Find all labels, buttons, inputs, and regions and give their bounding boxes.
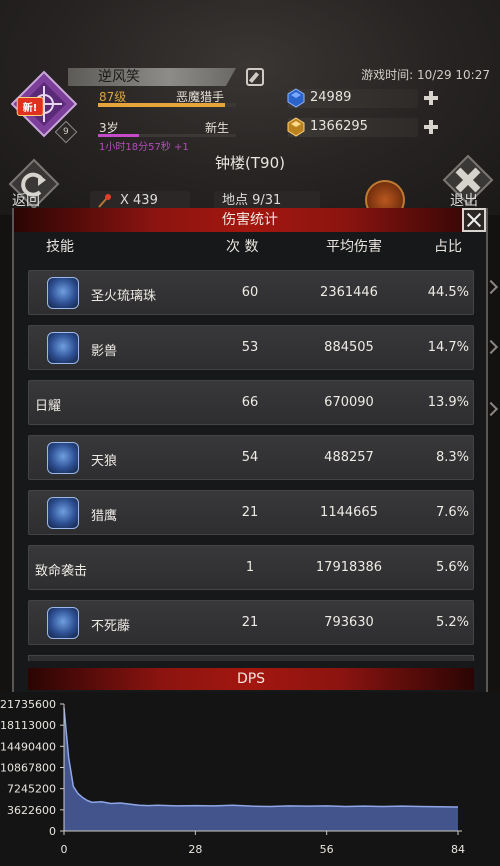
skill-count: 21 (241, 505, 259, 520)
table-row[interactable]: 不死藤 21 793630 5.2% (28, 600, 474, 645)
name-plate (68, 68, 236, 86)
skill-avg-damage: 884505 (324, 340, 374, 355)
skill-percent: 14.7% (427, 340, 469, 355)
skill-avg-damage: 793630 (324, 615, 374, 630)
skill-count: 1 (245, 560, 255, 575)
undead-vine-icon (47, 607, 79, 639)
xp-bar-fill (98, 103, 225, 107)
xp-bar (98, 103, 236, 107)
skill-name: 猎鹰 (91, 509, 118, 524)
col-skill: 技能 (46, 239, 74, 255)
fire-orb-icon (47, 277, 79, 309)
y-tick-label: 0 (49, 825, 56, 838)
skill-percent: 5.6% (435, 560, 469, 575)
skill-avg-damage: 1144665 (320, 505, 378, 520)
age-bar-fill (98, 134, 140, 137)
skill-name: 日耀 (35, 399, 62, 414)
new-badge: 新! (16, 97, 44, 116)
table-row[interactable]: 影兽 53 884505 14.7% (28, 325, 474, 370)
y-tick-label: 21735600 (0, 698, 56, 711)
shadow-beast-icon (47, 332, 79, 364)
gold-gem-icon (287, 117, 305, 137)
x-tick-label: 0 (61, 843, 68, 856)
skill-count: 66 (241, 395, 259, 410)
col-avg: 平均伤害 (326, 239, 382, 255)
skill-avg-damage: 488257 (324, 450, 374, 465)
table-row[interactable]: 致命袭击 1 17918386 5.6% (28, 545, 474, 590)
gold-amount: 1366295 (310, 119, 368, 134)
back-button-label[interactable]: 返回 (12, 190, 40, 210)
falcon-icon (47, 497, 79, 529)
torch-icon (98, 194, 111, 208)
game-time: 游戏时间: 10/29 10:27 (361, 68, 490, 82)
emblem-level: 9 (63, 126, 69, 137)
x-tick-label: 84 (451, 843, 465, 856)
skill-percent: 5.2% (435, 615, 469, 630)
exit-button-label[interactable]: 退出 (450, 190, 478, 210)
skill-count: 53 (241, 340, 259, 355)
player-name: 逆风笑 (98, 69, 140, 85)
y-tick-label: 18113000 (0, 719, 56, 732)
gems-amount: 24989 (310, 90, 352, 105)
skill-percent: 13.9% (427, 395, 469, 410)
skill-name: 圣火琉璃珠 (91, 289, 157, 304)
edit-name-button[interactable] (246, 68, 264, 86)
skill-name: 天狼 (91, 454, 118, 469)
skill-count: 54 (241, 450, 259, 465)
skill-count: 21 (241, 615, 259, 630)
gems-resource: 24989 (287, 88, 438, 108)
y-tick-label: 10867800 (0, 762, 56, 775)
dps-title: DPS (28, 668, 474, 690)
x-tick-label: 28 (188, 843, 202, 856)
table-row[interactable]: 日耀 66 670090 13.9% (28, 380, 474, 425)
blue-gem-icon (287, 88, 305, 108)
col-count: 次 数 (226, 239, 259, 255)
skill-name: 影兽 (91, 344, 118, 359)
wolf-fang-icon (47, 442, 79, 474)
y-tick-label: 14490400 (0, 740, 56, 753)
panel-title: 伤害统计 (14, 208, 486, 232)
col-pct: 占比 (434, 239, 462, 255)
location-title: 钟楼(T90) (215, 154, 285, 172)
table-row[interactable]: 天狼 54 488257 8.3% (28, 435, 474, 480)
x-tick-label: 56 (320, 843, 334, 856)
add-gems-button[interactable] (424, 91, 438, 105)
y-tick-label: 7245200 (7, 783, 56, 796)
skill-percent: 8.3% (435, 450, 469, 465)
skill-percent: 44.5% (427, 285, 469, 300)
dps-chart: 21735600 18113000 14490400 10867800 7245200 3… (0, 692, 500, 866)
skill-avg-damage: 2361446 (320, 285, 378, 300)
y-tick-label: 3622600 (7, 804, 56, 817)
chart-background (0, 692, 500, 866)
skill-name: 致命袭击 (35, 564, 88, 579)
gold-resource: 1366295 (287, 117, 438, 137)
table-row-partial (28, 655, 474, 661)
table-row[interactable]: 猎鹰 21 1144665 7.6% (28, 490, 474, 535)
skill-avg-damage: 670090 (324, 395, 374, 410)
add-gold-button[interactable] (424, 120, 438, 134)
skill-count: 60 (241, 285, 259, 300)
table-header: 技能 次 数 平均伤害 占比 (14, 236, 486, 256)
skill-percent: 7.6% (435, 505, 469, 520)
skill-avg-damage: 17918386 (315, 560, 383, 575)
skill-name: 不死藤 (91, 619, 131, 634)
age-timer: 1小时18分57秒 +1 (99, 142, 189, 153)
age-bar (98, 134, 236, 137)
table-row[interactable]: 圣火琉璃珠 60 2361446 44.5% (28, 270, 474, 315)
top-hud: 新! 9 逆风笑 87级 恶魔猎手 3岁 新生 1小时18分57秒 +1 游戏时… (0, 0, 500, 220)
close-icon[interactable] (462, 208, 486, 232)
